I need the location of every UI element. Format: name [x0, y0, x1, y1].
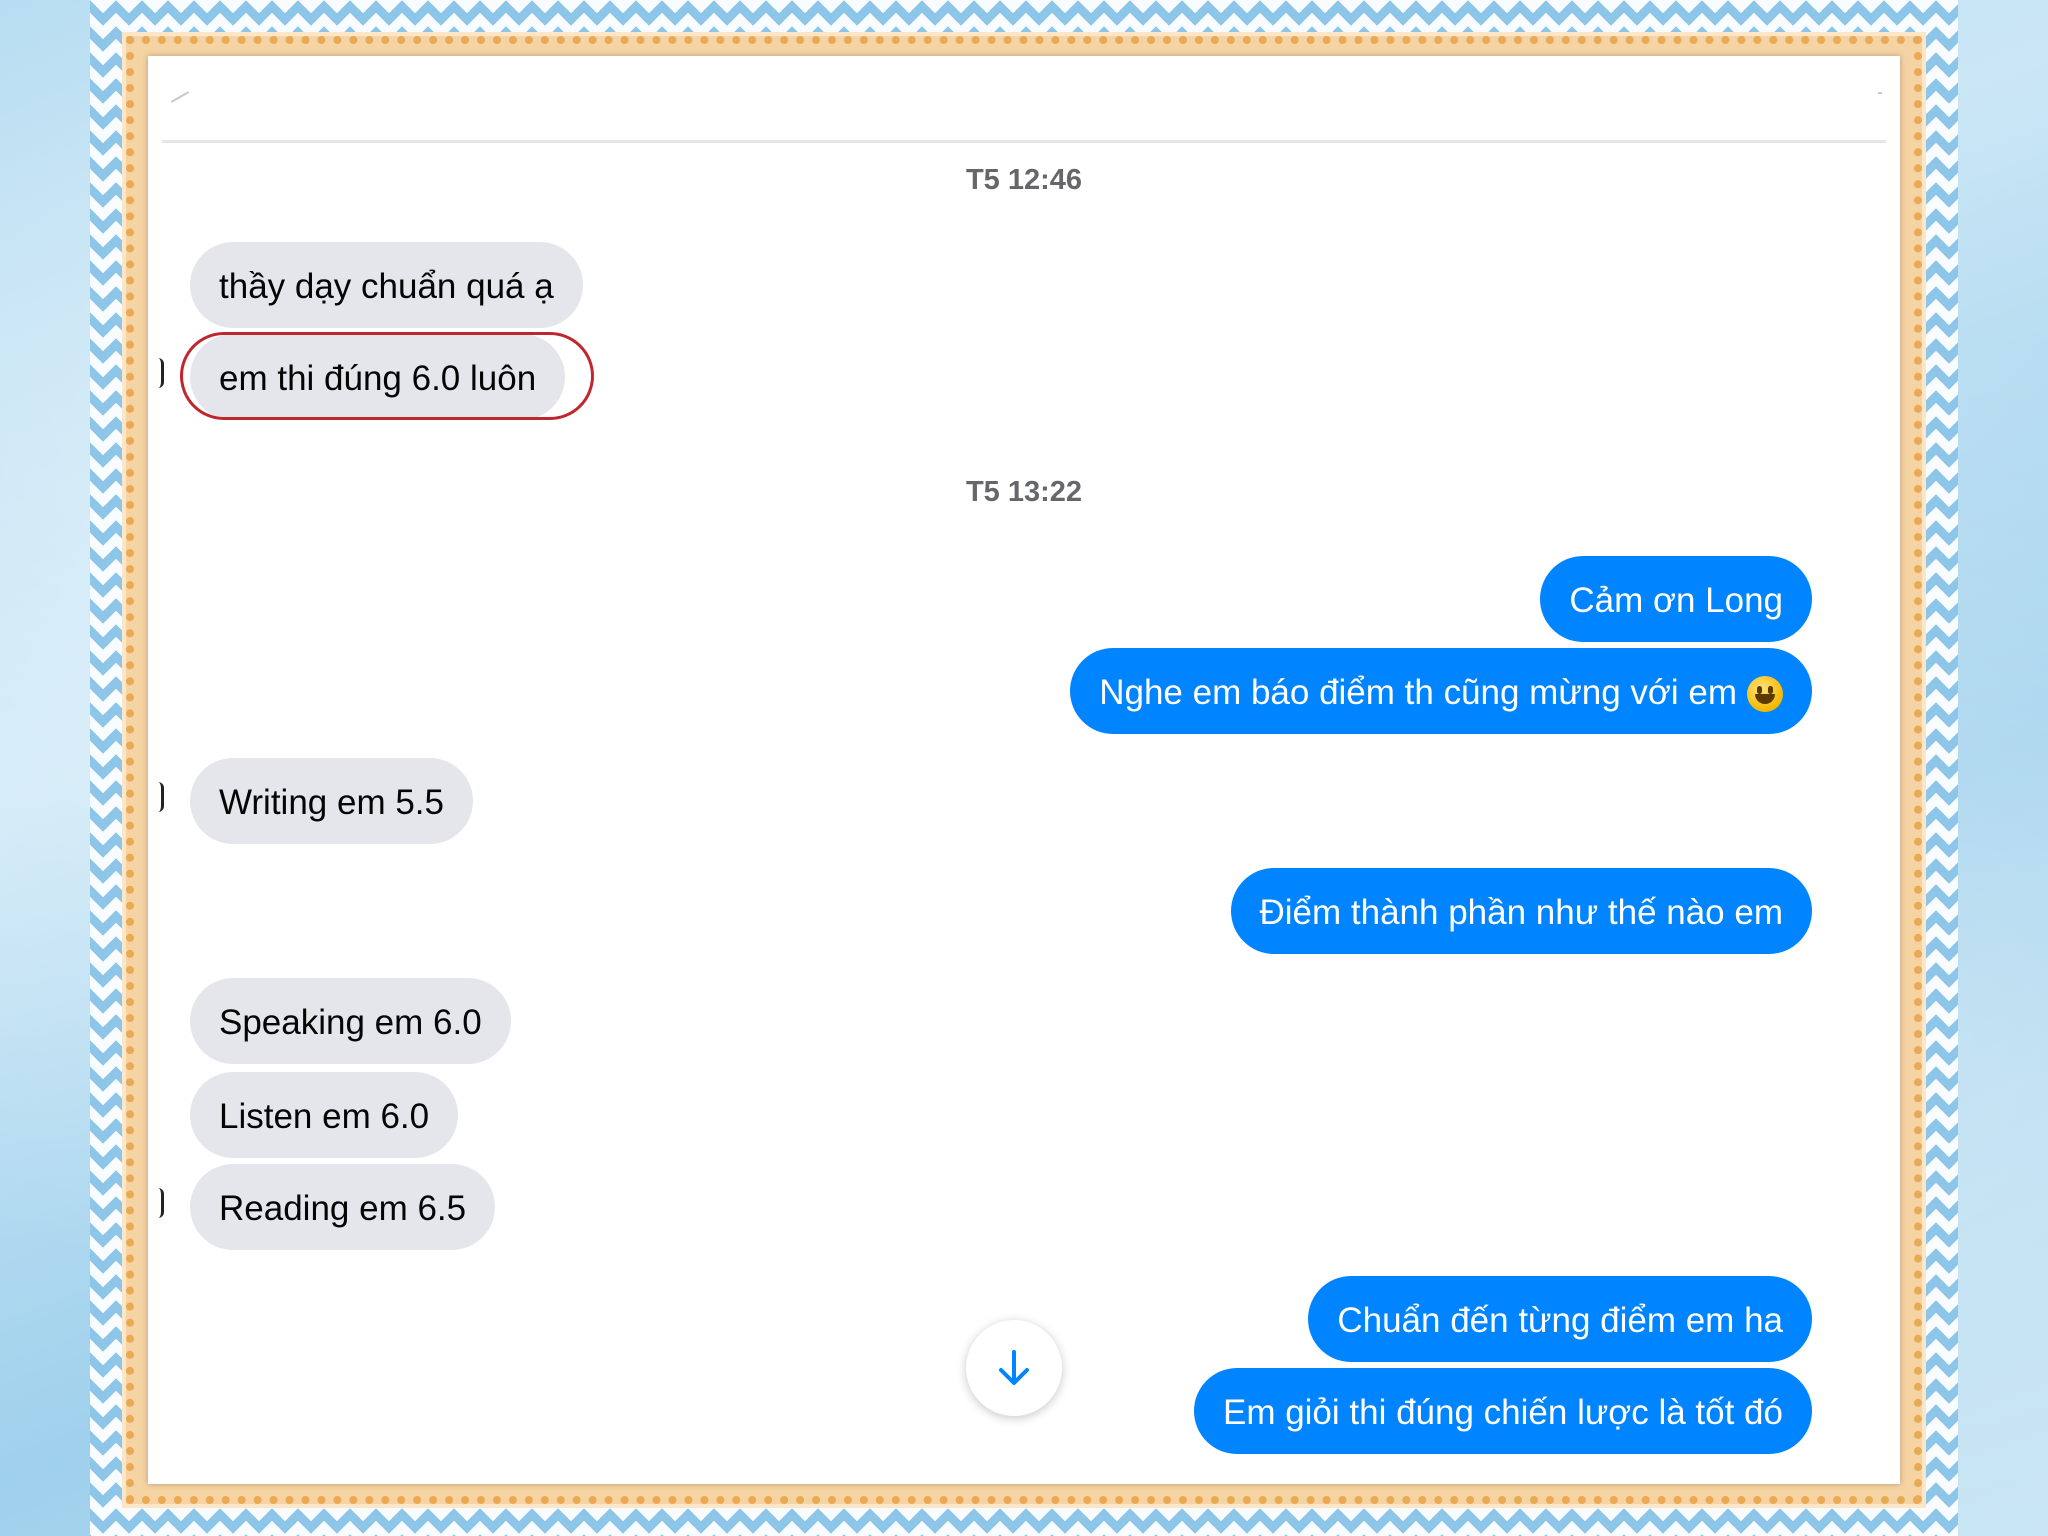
message-text: Writing em 5.5 [219, 783, 444, 822]
arrow-down-icon [999, 1350, 1029, 1385]
incoming-message[interactable]: Reading em 6.5 [190, 1164, 496, 1250]
message-text: Reading em 6.5 [219, 1189, 467, 1228]
message-text: Chuẩn đến từng điểm em ha [1337, 1301, 1783, 1340]
outgoing-message[interactable]: Cảm ơn Long [1540, 556, 1812, 642]
grinning-face-emoji-icon [1747, 676, 1783, 712]
outgoing-message[interactable]: Em giỏi thi đúng chiến lược là tốt đó [1193, 1368, 1812, 1454]
incoming-message[interactable]: Listen em 6.0 [190, 1072, 459, 1158]
message-text: Em giỏi thi đúng chiến lược là tốt đó [1222, 1393, 1783, 1432]
message-text: Điểm thành phần như thế nào em [1259, 893, 1784, 932]
chat-window[interactable]: T5 12:46 thầy dạy chuẩn quá ạ em thi đún… [148, 56, 1900, 1484]
avatar[interactable] [158, 358, 164, 388]
message-text: Cảm ơn Long [1569, 581, 1783, 620]
chat-header [162, 56, 1886, 143]
incoming-message[interactable]: Writing em 5.5 [190, 758, 473, 844]
outgoing-message[interactable]: Nghe em báo điểm th cũng mừng với em [1070, 648, 1812, 734]
header-edge-mark [1878, 92, 1882, 94]
highlight-annotation [180, 332, 594, 420]
header-edge-mark [170, 91, 190, 103]
outgoing-message[interactable]: Điểm thành phần như thế nào em [1230, 868, 1812, 954]
scroll-to-bottom-button[interactable] [966, 1320, 1062, 1416]
background: T5 12:46 thầy dạy chuẩn quá ạ em thi đún… [0, 0, 2048, 1536]
message-text: Listen em 6.0 [219, 1097, 430, 1136]
timestamp: T5 12:46 [965, 164, 1083, 196]
timestamp: T5 13:22 [965, 476, 1083, 508]
message-text: Speaking em 6.0 [219, 1003, 482, 1042]
avatar[interactable] [158, 782, 164, 812]
avatar[interactable] [158, 1188, 164, 1218]
message-text: Nghe em báo điểm th cũng mừng với em [1099, 673, 1737, 712]
incoming-message[interactable]: thầy dạy chuẩn quá ạ [190, 242, 583, 328]
incoming-message[interactable]: Speaking em 6.0 [190, 978, 511, 1064]
outgoing-message[interactable]: Chuẩn đến từng điểm em ha [1308, 1276, 1812, 1362]
message-text: thầy dạy chuẩn quá ạ [219, 267, 554, 306]
